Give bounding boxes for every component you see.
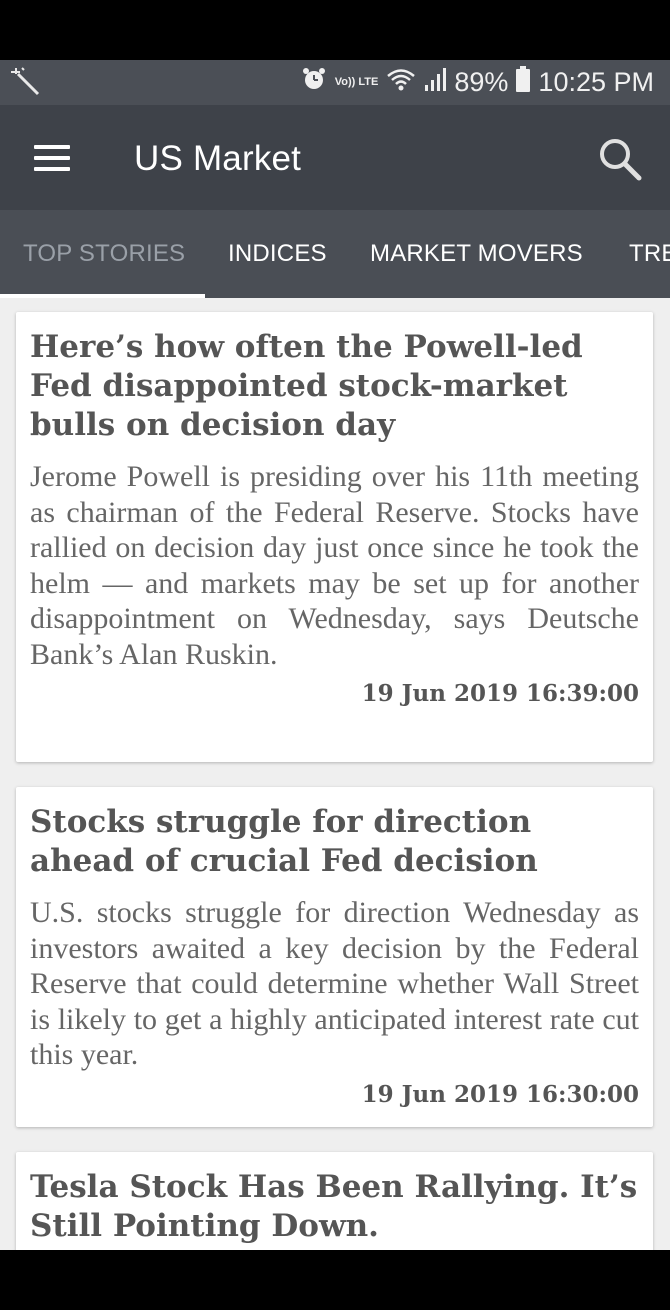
tab-market-movers[interactable]: MARKET MOVERS — [370, 240, 583, 268]
signal-icon — [424, 67, 447, 98]
alarm-icon — [301, 66, 327, 99]
news-date: 19 Jun 2019 16:30:00 — [361, 1080, 639, 1108]
volte-indicator: Vo)) LTE — [334, 76, 379, 88]
battery-percent: 89% — [454, 67, 509, 97]
search-icon[interactable] — [596, 135, 644, 183]
screen-bottom-bezel — [0, 1250, 670, 1310]
news-headline: Tesla Stock Has Been Rallying. It’s Stil… — [30, 1169, 638, 1244]
wifi-icon — [386, 67, 416, 98]
hamburger-menu-icon[interactable] — [34, 145, 70, 175]
screen-top-bezel — [0, 0, 670, 60]
news-headline: Here’s how often the Powell-led Fed disa… — [30, 329, 583, 443]
news-card[interactable]: Here’s how often the Powell-led Fed disa… — [16, 312, 653, 762]
tab-trending[interactable]: TRE — [629, 240, 670, 268]
tab-indices[interactable]: INDICES — [228, 240, 327, 268]
news-card[interactable]: Tesla Stock Has Been Rallying. It’s Stil… — [16, 1152, 653, 1250]
news-card[interactable]: Stocks struggle for direction ahead of c… — [16, 787, 653, 1127]
clock: 10:25 PM — [538, 67, 654, 97]
app-bar: US Market — [0, 105, 670, 210]
news-headline: Stocks struggle for direction ahead of c… — [30, 804, 538, 879]
news-summary: U.S. stocks struggle for direction Wedne… — [30, 896, 639, 1071]
news-summary: Jerome Powell is presiding over his 11th… — [30, 460, 639, 671]
news-feed: Here’s how often the Powell-led Fed disa… — [0, 298, 670, 1250]
status-bar: Vo)) LTE 89% 10:25 PM — [0, 60, 670, 105]
magic-wand-icon — [10, 66, 42, 103]
tab-bar: TOP STORIES INDICES MARKET MOVERS TRE — [0, 210, 670, 298]
tab-top-stories[interactable]: TOP STORIES — [23, 240, 185, 268]
battery-icon — [516, 66, 531, 99]
page-title: US Market — [134, 139, 302, 178]
news-date: 19 Jun 2019 16:39:00 — [361, 680, 639, 707]
